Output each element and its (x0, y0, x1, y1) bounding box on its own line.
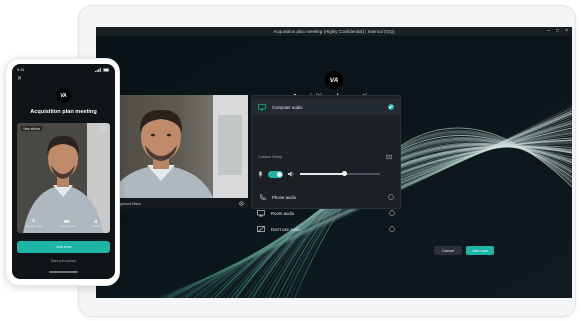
status-time: 9:41 (17, 67, 25, 72)
mobile-video-control[interactable]: Turn on video (59, 219, 75, 228)
window-titlebar: Acquisition plan meeting (Highly Confide… (96, 27, 572, 36)
mute-label: Unmute to join (25, 224, 43, 228)
mobile-status-bar: 9:41 (17, 67, 110, 72)
speaker-volume-slider[interactable] (300, 171, 380, 177)
maximize-button[interactable]: □ (556, 27, 559, 36)
gear-icon[interactable] (386, 154, 392, 160)
mobile-media-controls: Unmute to join Turn on video Speaker (17, 214, 110, 232)
brand-logo: VA (325, 71, 343, 89)
audio-option-label: Phone audio (272, 194, 297, 200)
speaker-label: Speaker (91, 224, 102, 228)
volume-knob[interactable] (341, 171, 347, 177)
signal-icon (95, 67, 101, 72)
microphone-icon (258, 170, 263, 178)
mobile-mute-control[interactable]: Unmute to join (25, 218, 43, 228)
monitor-icon (258, 103, 266, 111)
mobile-brand-logo: VA (56, 88, 71, 103)
battery-icon (103, 67, 110, 72)
computer-audio-radio[interactable] (388, 104, 394, 110)
window-controls: – □ × (547, 27, 568, 36)
view-effects-label[interactable]: View effects (21, 126, 43, 131)
mobile-speaker-control[interactable]: Speaker (91, 218, 102, 228)
audio-option-label: Don't use audio (271, 226, 301, 232)
minimize-button[interactable]: – (547, 27, 550, 36)
speaker-icon (288, 171, 294, 177)
audio-controls-row (258, 169, 394, 179)
no-audio-radio[interactable] (389, 226, 395, 232)
phone-icon (258, 193, 266, 201)
window-title: Acquisition plan meeting (Highly Confide… (273, 29, 395, 34)
close-icon[interactable]: ✕ (17, 75, 22, 82)
mobile-screen: 9:41 ✕ VA Acquisition plan meeting View … (12, 64, 115, 279)
audio-option-phone[interactable]: Phone audio (252, 189, 400, 205)
microphone-toggle[interactable] (268, 170, 283, 178)
room-audio-radio[interactable] (389, 210, 395, 216)
mobile-join-now-button[interactable]: Join now (17, 241, 110, 253)
audio-settings-panel: Computer audio Custom Setup Phone audio (251, 95, 401, 209)
camera-icon (64, 219, 71, 223)
audio-option-label: Room audio (271, 210, 295, 216)
close-button[interactable]: × (565, 27, 568, 36)
more-join-options-link[interactable]: More join options (12, 259, 115, 263)
no-audio-icon (257, 225, 265, 233)
volume-fill (300, 173, 344, 175)
room-icon (257, 209, 265, 217)
settings-icon[interactable] (238, 201, 244, 206)
audio-option-room[interactable]: Room audio (251, 205, 401, 221)
microphone-icon (32, 218, 35, 222)
audio-option-none[interactable]: Don't use audio (251, 221, 401, 237)
audio-option-computer[interactable]: Computer audio (252, 99, 400, 115)
video-label: Turn on video (59, 224, 75, 228)
speaker-icon (93, 218, 97, 224)
custom-setup-label: Custom Setup (258, 155, 283, 159)
cancel-button[interactable]: Cancel (434, 246, 462, 255)
status-icons (95, 67, 110, 72)
audio-option-label: Computer audio (272, 104, 303, 110)
settings-icon[interactable] (101, 126, 106, 131)
join-now-button[interactable]: Join now (466, 246, 494, 255)
mobile-meeting-title: Acquisition plan meeting (30, 109, 97, 115)
home-indicator (49, 271, 78, 273)
phone-audio-radio[interactable] (388, 194, 394, 200)
